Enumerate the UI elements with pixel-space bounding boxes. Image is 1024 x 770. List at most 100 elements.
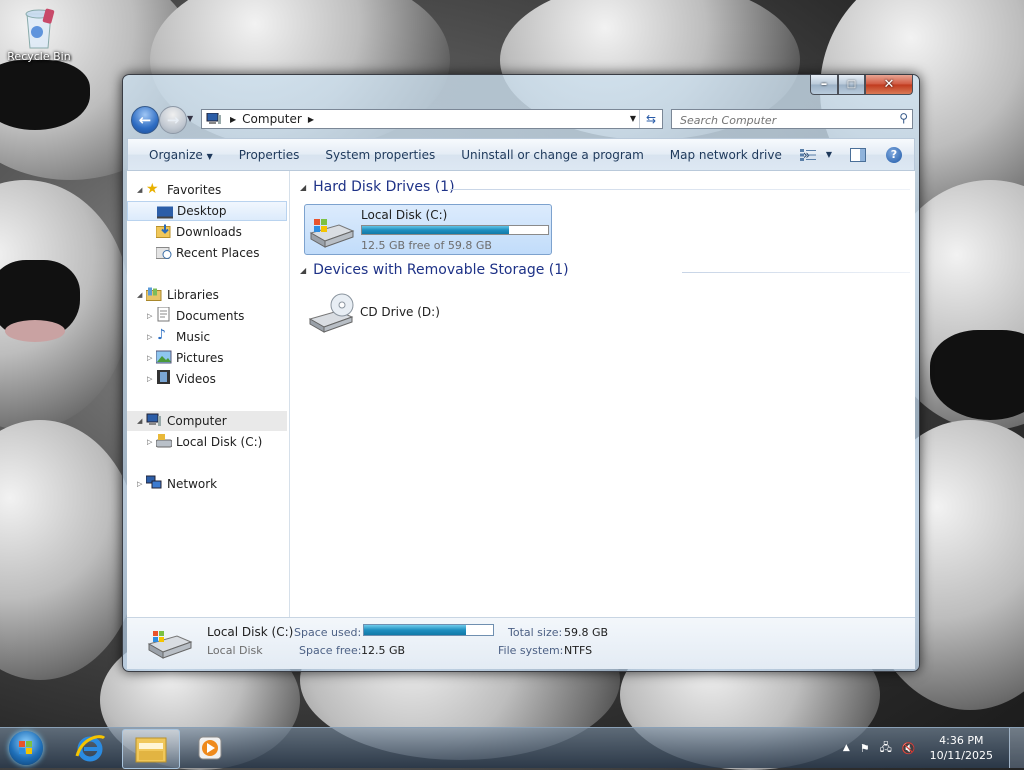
minimize-icon: – xyxy=(820,77,828,92)
organize-button[interactable]: Organize ▼ xyxy=(128,148,226,162)
details-file-system-value: NTFS xyxy=(564,644,593,657)
hard-disk-group-header[interactable]: ◢ Hard Disk Drives (1) xyxy=(300,179,455,195)
details-space-used-label: Space used: xyxy=(294,626,362,639)
music-note-icon: ♪ xyxy=(157,327,166,343)
collapsed-arrow-icon[interactable]: ▷ xyxy=(147,438,152,446)
documents-icon xyxy=(157,307,170,322)
expanded-arrow-icon: ◢ xyxy=(300,265,307,275)
taskbar: ▲ ⚑ 🖧 🔇 4:36 PM 10/11/2025 xyxy=(0,727,1024,769)
nav-documents[interactable]: ▷ Documents xyxy=(127,306,287,326)
maximize-button[interactable]: □ xyxy=(838,75,865,95)
start-button[interactable] xyxy=(4,728,48,768)
preview-pane-button[interactable] xyxy=(850,147,866,162)
removable-group-header[interactable]: ◢ Devices with Removable Storage (1) xyxy=(300,262,569,278)
breadcrumb-separator-icon[interactable]: ▶ xyxy=(230,115,236,124)
nav-favorites-label: Favorites xyxy=(167,183,222,197)
refresh-button[interactable]: ⇆ xyxy=(639,110,662,128)
help-button[interactable]: ? xyxy=(886,146,902,163)
system-properties-button[interactable]: System properties xyxy=(312,148,448,162)
nav-computer[interactable]: ◢ Computer xyxy=(127,411,287,431)
collapsed-arrow-icon[interactable]: ▷ xyxy=(137,480,142,488)
hard-disk-group-label: Hard Disk Drives (1) xyxy=(313,179,455,195)
back-button[interactable]: ← xyxy=(131,106,159,134)
action-center-flag-icon[interactable]: ⚑ xyxy=(860,742,870,755)
collapsed-arrow-icon[interactable]: ▷ xyxy=(147,375,152,383)
nav-music-label: Music xyxy=(176,330,211,344)
volume-muted-icon[interactable]: 🔇 xyxy=(902,742,916,755)
network-icon xyxy=(146,475,162,489)
breadcrumb-computer[interactable]: Computer xyxy=(242,112,302,126)
desktop-icon xyxy=(157,206,173,219)
expanded-arrow-icon[interactable]: ◢ xyxy=(137,291,142,299)
computer-icon xyxy=(206,113,221,124)
windows-logo-icon xyxy=(9,731,43,765)
network-status-icon[interactable]: 🖧 xyxy=(880,739,892,758)
details-space-used-fill xyxy=(364,625,466,635)
nav-desktop[interactable]: Desktop xyxy=(127,201,287,221)
uninstall-program-button[interactable]: Uninstall or change a program xyxy=(448,148,657,162)
drive-c-free-text: 12.5 GB free of 59.8 GB xyxy=(361,239,492,252)
explorer-window[interactable]: – □ ✕ ← → ▼ ▶ Computer ▶ ▼ ⇆ ⚲ Organize … xyxy=(122,74,920,672)
properties-button[interactable]: Properties xyxy=(226,148,313,162)
address-history-dropdown[interactable]: ▼ xyxy=(630,114,636,123)
expanded-arrow-icon: ◢ xyxy=(300,182,307,192)
nav-network-label: Network xyxy=(167,477,218,491)
expanded-arrow-icon[interactable]: ◢ xyxy=(137,186,142,194)
nav-recent-places[interactable]: Recent Places xyxy=(127,243,287,263)
star-icon: ★ xyxy=(146,181,159,197)
nav-libraries[interactable]: ◢ Libraries xyxy=(127,285,287,305)
details-total-size-label: Total size: xyxy=(508,626,563,639)
taskbar-windows-explorer[interactable] xyxy=(122,729,180,769)
nav-pictures[interactable]: ▷ Pictures xyxy=(127,348,287,368)
show-hidden-icons-button[interactable]: ▲ xyxy=(843,743,850,753)
folder-icon xyxy=(135,737,167,763)
minimize-button[interactable]: – xyxy=(810,75,838,95)
expanded-arrow-icon[interactable]: ◢ xyxy=(137,417,142,425)
cd-drive-icon xyxy=(308,293,354,333)
close-icon: ✕ xyxy=(883,77,895,92)
nav-local-disk[interactable]: ▷ Local Disk (C:) xyxy=(127,432,287,452)
details-drive-type: Local Disk xyxy=(207,644,263,657)
help-icon: ? xyxy=(890,148,898,161)
recent-places-icon xyxy=(156,247,172,259)
clock[interactable]: 4:36 PM 10/11/2025 xyxy=(930,733,993,763)
collapsed-arrow-icon[interactable]: ▷ xyxy=(147,312,152,320)
search-input[interactable] xyxy=(678,111,882,129)
nav-downloads-label: Downloads xyxy=(176,225,242,239)
maximize-icon: □ xyxy=(846,79,857,90)
hard-drive-icon xyxy=(309,219,355,248)
nav-favorites[interactable]: ◢ ★ Favorites xyxy=(127,180,287,200)
collapsed-arrow-icon[interactable]: ▷ xyxy=(147,354,152,362)
change-view-button[interactable]: ▼ xyxy=(799,148,832,161)
search-box[interactable]: ⚲ xyxy=(671,109,913,129)
nav-downloads[interactable]: Downloads xyxy=(127,222,287,242)
nav-music[interactable]: ▷ ♪ Music xyxy=(127,327,287,347)
nav-desktop-label: Desktop xyxy=(177,204,227,218)
nav-videos[interactable]: ▷ Videos xyxy=(127,369,287,389)
address-row: ← → ▼ ▶ Computer ▶ ▼ ⇆ ⚲ xyxy=(129,104,913,136)
recent-pages-dropdown[interactable]: ▼ xyxy=(187,114,193,123)
drive-tile-local-disk-c[interactable]: Local Disk (C:) 12.5 GB free of 59.8 GB xyxy=(304,204,552,255)
address-bar[interactable]: ▶ Computer ▶ ▼ ⇆ xyxy=(201,109,663,129)
forward-button[interactable]: → xyxy=(159,106,187,134)
removable-group-label: Devices with Removable Storage (1) xyxy=(313,262,569,278)
close-button[interactable]: ✕ xyxy=(865,75,913,95)
map-network-drive-button[interactable]: Map network drive xyxy=(657,148,795,162)
details-file-system-label: File system: xyxy=(498,644,564,657)
drive-tile-cd-drive-d[interactable]: CD Drive (D:) xyxy=(304,289,504,337)
taskbar-media-player[interactable] xyxy=(182,729,238,767)
details-space-free-label: Space free: xyxy=(299,644,362,657)
hard-drive-icon xyxy=(147,631,193,659)
group-divider xyxy=(450,189,910,190)
show-desktop-button[interactable] xyxy=(1009,728,1024,768)
recycle-bin-desktop-icon[interactable]: Recycle Bin xyxy=(4,6,74,63)
chevron-down-icon: ▼ xyxy=(206,151,213,161)
nav-libraries-label: Libraries xyxy=(167,288,219,302)
back-arrow-icon: ← xyxy=(138,111,152,129)
nav-network[interactable]: ▷ Network xyxy=(127,474,287,494)
taskbar-internet-explorer[interactable] xyxy=(62,729,118,767)
breadcrumb-separator-icon[interactable]: ▶ xyxy=(308,115,314,124)
downloads-folder-icon xyxy=(156,224,171,238)
nav-computer-label: Computer xyxy=(167,414,227,428)
collapsed-arrow-icon[interactable]: ▷ xyxy=(147,333,152,341)
